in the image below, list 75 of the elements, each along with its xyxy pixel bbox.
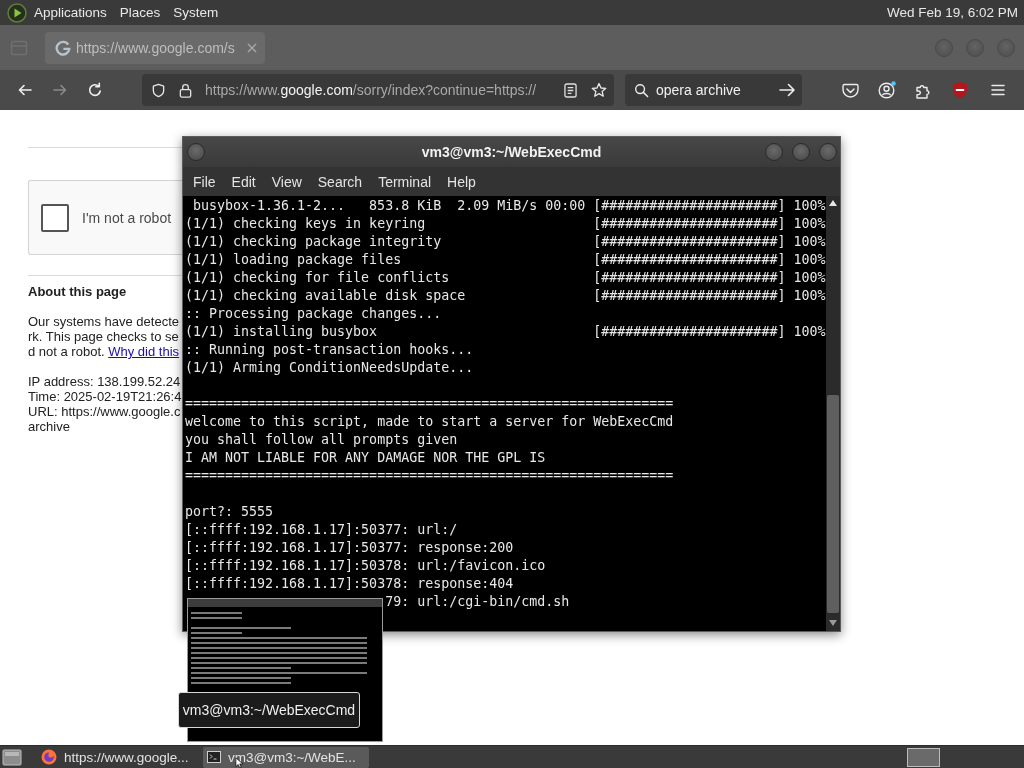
- shield-badge-icon[interactable]: [951, 81, 969, 99]
- terminal-menu-item[interactable]: Help: [439, 173, 484, 190]
- captcha-checkbox[interactable]: [41, 203, 69, 232]
- output-line: 79: url:/cgi-bin/cmd.sh: [385, 593, 570, 611]
- panel-menu-item[interactable]: System: [173, 5, 219, 20]
- output-line: [::ffff:192.168.1.17]:50378: url:/favicon.ico: [185, 557, 546, 575]
- scroll-down-icon[interactable]: [829, 620, 837, 626]
- output-line: (1/1) checking available disk space: [185, 287, 466, 305]
- show-desktop-icon[interactable]: [2, 748, 22, 766]
- reload-icon[interactable]: [87, 82, 103, 98]
- output-line: busybox-1.36.1-2... 853.8 KiB 2.09 MiB/s 00:00: [193, 197, 586, 215]
- progress-bar-text: [######################] 100%: [593, 269, 826, 287]
- lock-icon[interactable]: [179, 82, 192, 98]
- taskbar-button[interactable]: https://www.google...: [37, 746, 203, 768]
- progress-bar-text: [######################] 100%: [593, 197, 826, 215]
- about-paragraph: Our systems have detecte rk. This page checks to se d not a robot. Why did this: [28, 314, 180, 359]
- account-icon[interactable]: [878, 81, 896, 99]
- output-line: =============================================================: [185, 395, 674, 413]
- terminal-menu-item[interactable]: File: [185, 173, 224, 190]
- bookmark-star-icon[interactable]: [591, 82, 607, 98]
- progress-bar-text: [######################] 100%: [593, 323, 826, 341]
- output-line: you shall follow all prompts given: [185, 431, 458, 449]
- output-line: (1/1) loading package files: [185, 251, 402, 269]
- request-details-text: IP address: 138.199.52.24 Time: 2025-02-19T21:26:4 URL: https://www.google.c archive: [28, 374, 182, 434]
- output-line: =============================================================: [185, 467, 674, 485]
- output-line: [::ffff:192.168.1.17]:50378: response:404: [185, 575, 514, 593]
- output-line: (1/1) installing busybox: [185, 323, 378, 341]
- go-arrow-icon[interactable]: [779, 82, 796, 98]
- shield-icon[interactable]: [151, 82, 166, 98]
- address-field[interactable]: https://www.google.com/sorry/index?continue=https://: [142, 74, 614, 106]
- output-line: [::ffff:192.168.1.17]:50377: url:/: [185, 521, 458, 539]
- window-tooltip: vm3@vm3:~/WebExecCmd: [178, 692, 360, 728]
- output-line: (1/1) checking package integrity: [185, 233, 442, 251]
- why-link[interactable]: Why did this: [108, 344, 180, 359]
- terminal-menu-item[interactable]: Search: [309, 173, 371, 190]
- panel-menu-item[interactable]: Applications: [34, 5, 107, 20]
- output-line: I AM NOT LIABLE FOR ANY DAMAGE NOR THE GPL IS: [185, 449, 546, 467]
- taskbar-button[interactable]: vm3@vm3:~/WebE...: [203, 746, 369, 768]
- terminal-menu-item[interactable]: View: [263, 173, 310, 190]
- search-field[interactable]: opera archive: [625, 74, 802, 106]
- back-arrow-icon[interactable]: [17, 82, 33, 98]
- output-line: (1/1) checking keys in keyring: [185, 215, 426, 233]
- window-menu-button[interactable]: [187, 143, 205, 161]
- output-line: (1/1) Arming ConditionNeedsUpdate...: [185, 359, 474, 377]
- output-line: :: Processing package changes...: [185, 305, 442, 323]
- reader-view-icon[interactable]: [564, 82, 577, 98]
- close-button[interactable]: [819, 143, 837, 161]
- output-line: (1/1) checking for file conflicts: [185, 269, 450, 287]
- progress-bar-text: [######################] 100%: [593, 251, 826, 269]
- output-line: [::ffff:192.168.1.17]:50377: response:200: [185, 539, 514, 557]
- down-chevron-icon[interactable]: [842, 81, 859, 99]
- play-logo-icon[interactable]: [7, 2, 27, 23]
- workspace-switcher[interactable]: [907, 747, 940, 767]
- scrollbar-thumb[interactable]: [827, 395, 839, 613]
- captcha-label: I'm not a robot: [82, 209, 172, 226]
- terminal-menu-item[interactable]: Terminal: [370, 173, 440, 190]
- clock-text[interactable]: Wed Feb 19, 6:02 PM: [886, 5, 1018, 20]
- output-line: welcome to this script, made to start a server for WebExecCmd: [185, 413, 674, 431]
- menu-icon[interactable]: [990, 82, 1006, 98]
- terminal-menu-item[interactable]: Edit: [223, 173, 264, 190]
- about-heading: About this page: [28, 284, 127, 300]
- scroll-up-icon[interactable]: [829, 200, 837, 206]
- terminal-title: vm3@vm3:~/WebExecCmd: [421, 144, 602, 160]
- terminal-icon: [207, 751, 221, 763]
- minimize-button[interactable]: [765, 143, 783, 161]
- search-icon: [634, 82, 649, 98]
- output-line: port?: 5555: [185, 503, 274, 521]
- g-favicon-icon: [55, 39, 71, 56]
- progress-bar-text: [######################] 100%: [593, 287, 826, 305]
- output-line: :: Running post-transaction hooks...: [185, 341, 474, 359]
- progress-bar-text: [######################] 100%: [593, 233, 826, 251]
- panel-menu-item[interactable]: Places: [119, 5, 161, 20]
- browser-logo-icon: [41, 749, 57, 765]
- maximize-button[interactable]: [792, 143, 810, 161]
- progress-bar-text: [######################] 100%: [593, 215, 826, 233]
